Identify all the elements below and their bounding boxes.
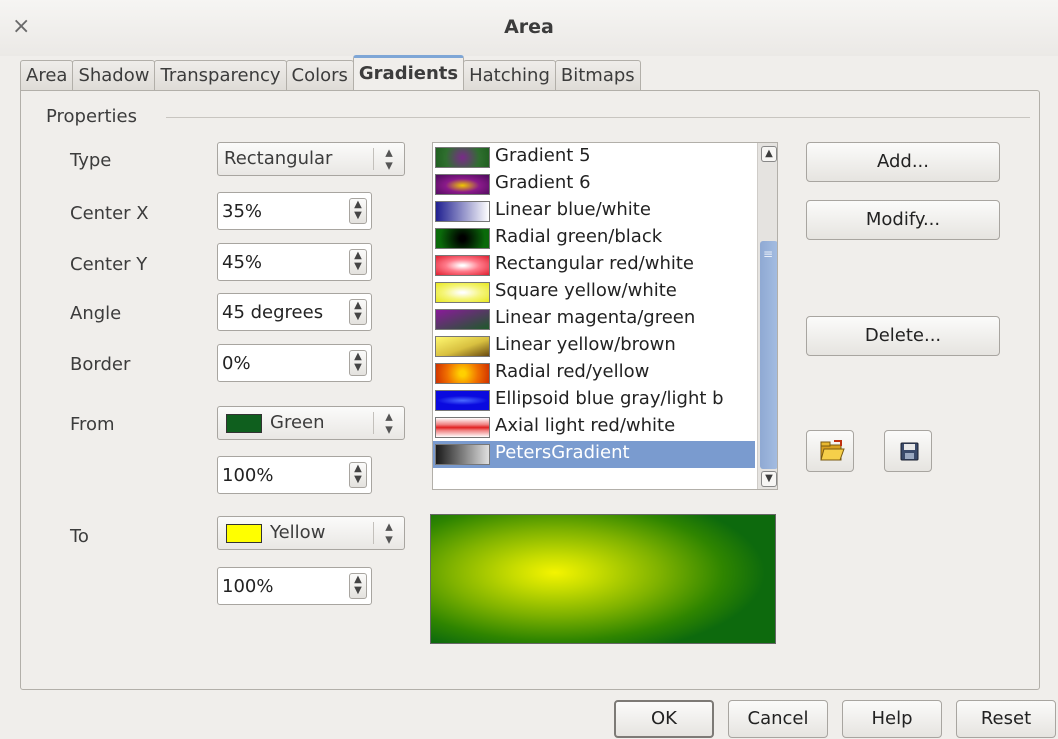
gradient-thumbnail <box>435 201 490 222</box>
title-bar: × Area <box>0 0 1058 56</box>
spin-arrows-icon[interactable]: ▲ ▼ <box>349 249 367 275</box>
add-button[interactable]: Add... <box>806 142 1000 182</box>
gradient-thumbnail <box>435 363 490 384</box>
from-color-select[interactable]: Green ▴ ▾ <box>217 406 405 440</box>
updown-arrows-icon: ▴ ▾ <box>385 143 393 174</box>
list-item[interactable]: Gradient 5 <box>433 144 755 171</box>
from-color-name: Green <box>270 412 325 433</box>
to-intensity-value: 100% <box>222 576 274 597</box>
modify-button[interactable]: Modify... <box>806 200 1000 240</box>
tab-colors[interactable]: Colors <box>285 60 354 91</box>
delete-button[interactable]: Delete... <box>806 316 1000 356</box>
gradient-thumbnail <box>435 255 490 276</box>
border-label: Border <box>70 354 131 375</box>
tab-bar: Area Shadow Transparency Colors Gradient… <box>20 55 641 91</box>
window-title: Area <box>504 16 554 38</box>
scroll-down-icon[interactable]: ▼ <box>761 471 777 487</box>
type-label: Type <box>70 150 112 171</box>
help-button[interactable]: Help <box>842 700 942 738</box>
updown-arrows-icon: ▴ ▾ <box>385 407 393 438</box>
spin-arrows-icon[interactable]: ▲ ▼ <box>349 299 367 325</box>
from-intensity-value: 100% <box>222 465 274 486</box>
gradient-thumbnail <box>435 174 490 195</box>
floppy-save-icon <box>900 442 919 461</box>
gradient-thumbnail <box>435 147 490 168</box>
to-intensity-field[interactable]: 100% ▲ ▼ <box>217 567 372 605</box>
tab-area[interactable]: Area <box>20 60 74 91</box>
ok-button[interactable]: OK <box>614 700 714 738</box>
scrollbar-thumb[interactable] <box>760 241 777 469</box>
grip-icon: ≡ <box>763 247 774 261</box>
frame-divider <box>166 117 1030 118</box>
angle-label: Angle <box>70 303 122 324</box>
list-item[interactable]: Linear yellow/brown <box>433 333 755 360</box>
type-select[interactable]: Rectangular ▴ ▾ <box>217 142 405 176</box>
gradient-thumbnail <box>435 282 490 303</box>
list-item[interactable]: Radial red/yellow <box>433 360 755 387</box>
type-value: Rectangular <box>224 148 333 169</box>
list-item[interactable]: Radial green/black <box>433 225 755 252</box>
tab-transparency[interactable]: Transparency <box>154 60 287 91</box>
to-color-select[interactable]: Yellow ▴ ▾ <box>217 516 405 550</box>
updown-arrows-icon: ▴ ▾ <box>385 517 393 548</box>
list-item[interactable]: Linear magenta/green <box>433 306 755 333</box>
gradient-thumbnail <box>435 336 490 357</box>
gradient-thumbnail <box>435 417 490 438</box>
from-color-swatch <box>226 414 262 433</box>
scroll-up-icon[interactable]: ▲ <box>761 146 777 162</box>
spin-arrows-icon[interactable]: ▲ ▼ <box>349 350 367 376</box>
spin-arrows-icon[interactable]: ▲ ▼ <box>349 573 367 599</box>
center-y-field[interactable]: 45% ▲ ▼ <box>217 243 372 281</box>
spin-arrows-icon[interactable]: ▲ ▼ <box>349 462 367 488</box>
from-intensity-field[interactable]: 100% ▲ ▼ <box>217 456 372 494</box>
border-field[interactable]: 0% ▲ ▼ <box>217 344 372 382</box>
center-y-label: Center Y <box>70 254 148 275</box>
to-color-name: Yellow <box>270 522 326 543</box>
reset-button[interactable]: Reset <box>956 700 1056 738</box>
tab-hatching[interactable]: Hatching <box>463 60 556 91</box>
tab-bitmaps[interactable]: Bitmaps <box>554 60 641 91</box>
from-label: From <box>70 414 115 435</box>
to-color-swatch <box>226 524 262 543</box>
list-item[interactable]: Linear blue/white <box>433 198 755 225</box>
gradient-list[interactable]: Gradient 5 Gradient 6 Linear blue/white … <box>432 142 778 490</box>
center-x-field[interactable]: 35% ▲ ▼ <box>217 192 372 230</box>
folder-open-icon <box>820 440 845 461</box>
gradient-thumbnail <box>435 309 490 330</box>
to-label: To <box>70 526 89 547</box>
save-gradients-button[interactable] <box>884 430 932 472</box>
gradient-thumbnail <box>435 390 490 411</box>
center-x-value: 35% <box>222 201 263 222</box>
cancel-button[interactable]: Cancel <box>728 700 828 738</box>
tab-gradients[interactable]: Gradients <box>352 55 465 90</box>
list-item[interactable]: Gradient 6 <box>433 171 755 198</box>
gradient-preview <box>430 514 776 644</box>
list-item[interactable]: Rectangular red/white <box>433 252 755 279</box>
gradient-thumbnail <box>435 228 490 249</box>
border-value: 0% <box>222 353 251 374</box>
load-gradients-button[interactable] <box>806 430 854 472</box>
center-x-label: Center X <box>70 203 149 224</box>
center-y-value: 45% <box>222 252 263 273</box>
angle-value: 45 degrees <box>222 302 324 323</box>
list-item-selected[interactable]: PetersGradient <box>433 441 755 468</box>
tab-shadow[interactable]: Shadow <box>72 60 156 91</box>
list-item[interactable]: Axial light red/white <box>433 414 755 441</box>
list-item[interactable]: Ellipsoid blue gray/light b <box>433 387 755 414</box>
gradient-thumbnail <box>435 444 490 465</box>
spin-arrows-icon[interactable]: ▲ ▼ <box>349 198 367 224</box>
properties-frame-title: Properties <box>46 106 137 127</box>
list-scrollbar[interactable]: ▲ ≡ ▼ <box>757 143 777 489</box>
list-item[interactable]: Square yellow/white <box>433 279 755 306</box>
angle-field[interactable]: 45 degrees ▲ ▼ <box>217 293 372 331</box>
